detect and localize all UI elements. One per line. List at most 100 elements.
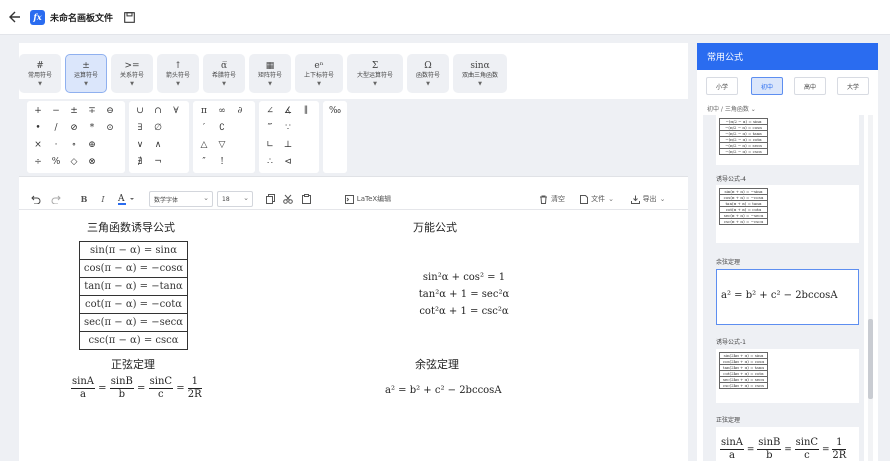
symbol-key[interactable]: ∨: [133, 138, 147, 152]
back-arrow-icon[interactable]: [4, 6, 26, 28]
symbol-key[interactable]: ‰: [328, 104, 342, 118]
cosine-law-formula: a² = b² + c² − 2bccosA: [385, 385, 502, 396]
symbol-key[interactable]: ‴: [263, 121, 277, 135]
symbol-key[interactable]: ∅: [151, 121, 165, 135]
tab-university[interactable]: 大学: [837, 77, 869, 95]
symbol-key[interactable]: ⊙: [103, 121, 117, 135]
editor-toolbar: B I A 数学字体 ⌄ 18 ⌄ LaTeX编辑 清空 文件 ⌄ 导出 ⌄: [19, 188, 688, 210]
symbol-key[interactable]: *: [85, 121, 99, 135]
symbol-key[interactable]: ⊗: [85, 155, 99, 169]
symbol-key[interactable]: ∧: [151, 138, 165, 152]
caret-down-icon: ▼: [478, 80, 482, 87]
symbol-key[interactable]: ∁: [215, 121, 229, 135]
symbol-key[interactable]: ∩: [151, 104, 165, 118]
symbol-key[interactable]: ⊘: [67, 121, 81, 135]
symbol-key[interactable]: ∡: [281, 104, 295, 118]
panel-scrollbar[interactable]: [868, 115, 873, 461]
caret-down-icon: ▼: [373, 80, 377, 87]
symbol-key[interactable]: ·: [49, 138, 63, 152]
symbol-key[interactable]: ∟: [263, 138, 277, 152]
symbol-key[interactable]: ∘: [67, 138, 81, 152]
file-menu-button[interactable]: 文件 ⌄: [575, 191, 619, 207]
tab-arrow-symbols[interactable]: ↑ 箭头符号 ▼: [157, 54, 199, 93]
redo-icon[interactable]: [49, 191, 63, 207]
save-icon[interactable]: [121, 9, 137, 25]
symbol-key[interactable]: ±: [67, 104, 81, 118]
symbol-key[interactable]: +: [31, 104, 45, 118]
symbol-key[interactable]: /: [49, 121, 63, 135]
formula-card[interactable]: −(π/2 − α) = sinα −(π/2 − α) = cosα −(π/…: [716, 115, 859, 165]
tab-matrix-symbols[interactable]: ▦ 矩阵符号 ▼: [249, 54, 291, 93]
symbol-key[interactable]: ⊥: [281, 138, 295, 152]
formula-card[interactable]: sin(2kπ + α) = sinα cos(2kπ + α) = cosα …: [716, 349, 859, 403]
symbol-key[interactable]: ∪: [133, 104, 147, 118]
table-cell: cos(π − α) = −cosα: [79, 259, 188, 278]
symbol-key[interactable]: ∴: [263, 155, 277, 169]
category-breadcrumb[interactable]: 初中 / 三角函数 ⌄: [707, 104, 756, 113]
tab-junior-high[interactable]: 初中: [751, 77, 783, 95]
symbol-key[interactable]: ×: [31, 138, 45, 152]
tab-script-symbols[interactable]: eⁿ 上下标符号 ▼: [295, 54, 343, 93]
copy-icon[interactable]: [263, 191, 277, 207]
tab-primary[interactable]: 小学: [706, 77, 738, 95]
clear-button[interactable]: 清空: [534, 191, 570, 207]
cut-icon[interactable]: [281, 191, 295, 207]
formula-card-selected[interactable]: a² = b² + c² − 2bccosA: [716, 269, 859, 325]
symbol-key[interactable]: ▽: [215, 138, 229, 152]
formula-card[interactable]: sinA a = sinB b = sinC c = 1 2R: [716, 427, 859, 461]
tab-relation-symbols[interactable]: >= 关系符号 ▼: [111, 54, 153, 93]
symbol-key[interactable]: ¬: [151, 155, 165, 169]
tab-greek-symbols[interactable]: α̅ 希腊符号 ▼: [203, 54, 245, 93]
tab-large-operators[interactable]: Σ 大型运算符号 ▼: [347, 54, 403, 93]
tab-hyperbolic-trig[interactable]: sinα 双曲三角函数 ▼: [453, 54, 507, 93]
font-size-select[interactable]: 18 ⌄: [217, 191, 253, 207]
undo-icon[interactable]: [29, 191, 43, 207]
symbol-key[interactable]: ÷: [31, 155, 45, 169]
formula-card[interactable]: sin(π + α) = −sinα cos(π + α) = −cosα ta…: [716, 185, 859, 243]
symbol-key[interactable]: ∃: [133, 121, 147, 135]
symbol-key[interactable]: ∓: [85, 104, 99, 118]
symbol-key[interactable]: △: [197, 138, 211, 152]
caret-down-icon: ▼: [268, 80, 272, 87]
palette-group-geometry: ∠ ∡ ∥ ‴ ∵ ∟ ⊥ ∴ ⊲: [259, 101, 319, 173]
document-title[interactable]: 未命名画板文件: [50, 11, 113, 24]
symbol-key[interactable]: ∵: [281, 121, 295, 135]
caret-down-icon: ▼: [222, 80, 226, 87]
symbol-palette: + − ± ∓ ⊖ • / ⊘ * ⊙ × · ∘ ⊕ ÷ % ◇ ⊗ ∪ ∩ …: [19, 99, 688, 177]
tab-operator-symbols[interactable]: ± 运算符号 ▼: [65, 54, 107, 93]
latex-edit-button[interactable]: LaTeX编辑: [341, 191, 395, 207]
formula-card-title: 诱导公式-1: [716, 339, 746, 346]
symbol-key[interactable]: ⊲: [281, 155, 295, 169]
symbol-key[interactable]: %: [49, 155, 63, 169]
symbol-key[interactable]: ⊕: [85, 138, 99, 152]
formula-line: cot²α + 1 = csc²α: [419, 306, 509, 317]
panel-title: 常用公式: [697, 43, 878, 70]
symbol-key[interactable]: −: [49, 104, 63, 118]
symbol-key[interactable]: ′: [197, 121, 211, 135]
heading-universal-formula: 万能公式: [413, 221, 457, 234]
export-menu-button[interactable]: 导出 ⌄: [625, 191, 671, 207]
symbol-key[interactable]: π: [197, 104, 211, 118]
bold-button[interactable]: B: [77, 191, 91, 207]
symbol-key[interactable]: ◇: [67, 155, 81, 169]
symbol-key[interactable]: ∥: [299, 104, 313, 118]
symbol-key[interactable]: ∀: [169, 104, 183, 118]
symbol-key[interactable]: ∠: [263, 104, 277, 118]
caret-down-icon: ▼: [84, 80, 88, 87]
symbol-key[interactable]: ∞: [215, 104, 229, 118]
tab-common-symbols[interactable]: # 常用符号 ▼: [19, 54, 61, 93]
symbol-key[interactable]: •: [31, 121, 45, 135]
tab-function-symbols[interactable]: Ω 函数符号 ▼: [407, 54, 449, 93]
paste-icon[interactable]: [299, 191, 313, 207]
italic-button[interactable]: I: [96, 191, 110, 207]
font-select[interactable]: 数学字体 ⌄: [149, 191, 213, 207]
symbol-key[interactable]: ⊖: [103, 104, 117, 118]
text-color-button[interactable]: A: [115, 191, 137, 207]
scrollbar-thumb[interactable]: [868, 319, 873, 399]
symbol-key[interactable]: ∄: [133, 155, 147, 169]
symbol-key[interactable]: !: [215, 155, 229, 169]
symbol-key[interactable]: ″: [197, 155, 211, 169]
symbol-key[interactable]: ∂: [233, 104, 247, 118]
tab-senior-high[interactable]: 高中: [794, 77, 826, 95]
formula-canvas[interactable]: 三角函数诱导公式 万能公式 sin(π − α) = sinα cos(π − …: [19, 213, 688, 461]
